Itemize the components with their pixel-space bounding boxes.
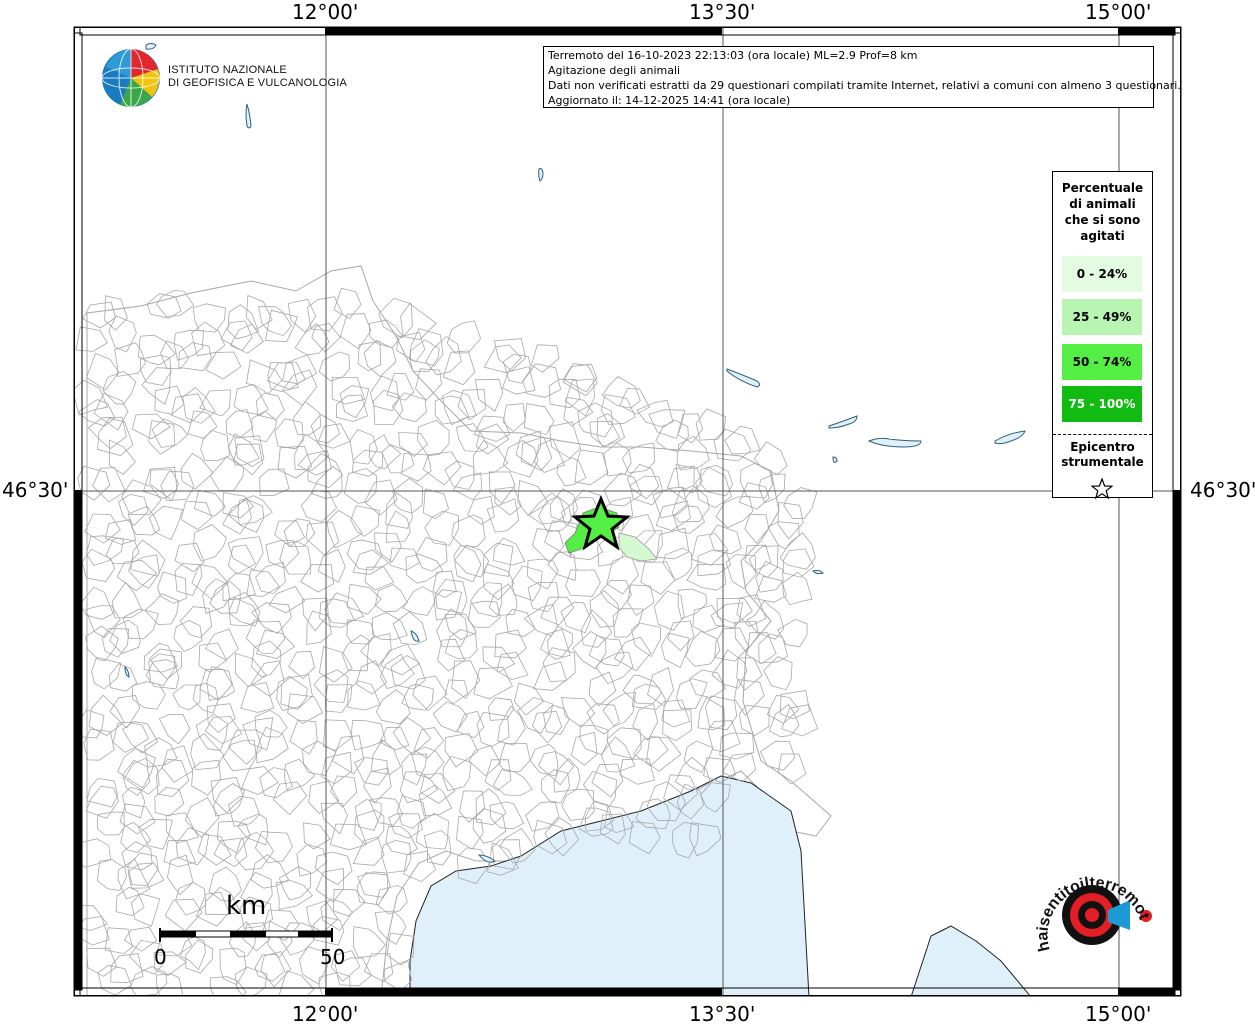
event-updated: Aggiornato il: 14-12-2025 14:41 (ora loc… — [548, 94, 791, 107]
scale-end-label: 50 — [320, 945, 346, 969]
legend-epicenter-line: strumentale — [1061, 455, 1144, 469]
event-subtitle: Agitazione degli animali — [548, 64, 681, 77]
ingv-logo-text: ISTITUTO NAZIONALE DI GEOFISICA E VULCAN… — [168, 64, 347, 90]
scale-bar — [159, 928, 333, 942]
legend-class-25-49: 25 - 49% — [1062, 299, 1142, 335]
legend-title: Percentuale di animali che si sono agita… — [1053, 180, 1152, 244]
logo-line-2: DI GEOFISICA E VULCANOLOGIA — [168, 77, 347, 89]
haisentito-badge[interactable]: haisentitoilterremoto.it — [1030, 860, 1160, 980]
legend-title-line: che si sono — [1064, 213, 1141, 227]
legend-divider — [1053, 434, 1152, 435]
legend-class-0-24: 0 - 24% — [1062, 256, 1142, 292]
legend-panel: Percentuale di animali che si sono agita… — [1052, 171, 1153, 500]
epicenter-legend-star-icon — [1091, 478, 1113, 500]
logo-line-1: ISTITUTO NAZIONALE — [168, 64, 287, 76]
event-title: Terremoto del 16-10-2023 22:13:03 (ora l… — [548, 49, 918, 62]
scale-unit-label: km — [226, 891, 267, 921]
legend-class-50-74: 50 - 74% — [1062, 344, 1142, 380]
event-info-box: Terremoto del 16-10-2023 22:13:03 (ora l… — [543, 46, 1181, 108]
event-data-note: Dati non verificati estratti da 29 quest… — [548, 79, 1181, 92]
legend-class-75-100: 75 - 100% — [1062, 386, 1142, 422]
legend-title-line: agitati — [1080, 229, 1125, 243]
legend-epicenter-label: Epicentro strumentale — [1053, 440, 1152, 470]
legend-title-line: di animali — [1069, 197, 1136, 211]
legend-title-line: Percentuale — [1061, 181, 1144, 195]
legend-epicenter-line: Epicentro — [1070, 440, 1135, 454]
ingv-logo-icon — [101, 48, 161, 108]
scale-start-label: 0 — [154, 945, 167, 969]
